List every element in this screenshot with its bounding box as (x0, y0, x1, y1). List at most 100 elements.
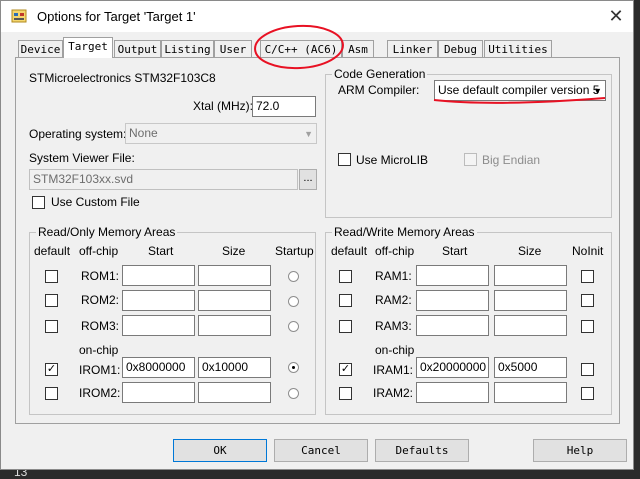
rom1-label: ROM1: (81, 269, 120, 283)
chevron-down-icon: ▼ (593, 86, 602, 96)
rom3-startup-radio[interactable] (288, 321, 299, 332)
window-title: Options for Target 'Target 1' (37, 9, 196, 24)
irom1-label: IROM1: (79, 363, 121, 377)
rom3-default-checkbox[interactable] (45, 320, 58, 333)
iram1-noinit-checkbox[interactable] (581, 363, 594, 376)
ram3-label: RAM3: (375, 319, 412, 333)
rom2-size-input[interactable] (198, 290, 271, 311)
read-only-memory-title: Read/Only Memory Areas (36, 225, 178, 239)
irom2-start-input[interactable] (122, 382, 195, 403)
rw-header-noinit: NoInit (572, 244, 604, 258)
iram2-start-input[interactable] (416, 382, 489, 403)
help-button[interactable]: Help (533, 439, 627, 462)
big-endian-label: Big Endian (482, 153, 541, 167)
ram3-start-input[interactable] (416, 315, 489, 336)
rom1-default-checkbox[interactable] (45, 270, 58, 283)
ram3-noinit-checkbox[interactable] (581, 320, 594, 333)
ram2-default-checkbox[interactable] (339, 294, 352, 307)
ram1-default-checkbox[interactable] (339, 270, 352, 283)
ram1-start-input[interactable] (416, 265, 489, 286)
rom2-startup-radio[interactable] (288, 296, 299, 307)
ok-button[interactable]: OK (173, 439, 267, 462)
iram2-size-input[interactable] (494, 382, 567, 403)
ram1-noinit-checkbox[interactable] (581, 270, 594, 283)
tab-utilities[interactable]: Utilities (484, 40, 552, 57)
irom2-startup-radio[interactable] (288, 388, 299, 399)
ro-header-startup: Startup (275, 244, 314, 258)
irom2-default-checkbox[interactable] (45, 387, 58, 400)
use-custom-file-checkbox[interactable] (32, 196, 45, 209)
chevron-down-icon: ▼ (304, 129, 313, 139)
tab-linker[interactable]: Linker (387, 40, 438, 57)
os-label: Operating system: (29, 127, 127, 141)
iram1-size-input[interactable]: 0x5000 (494, 357, 567, 378)
rw-header-start: Start (442, 244, 468, 258)
rom2-start-input[interactable] (122, 290, 195, 311)
ram3-size-input[interactable] (494, 315, 567, 336)
irom1-startup-radio[interactable] (288, 362, 299, 373)
ram2-noinit-checkbox[interactable] (581, 294, 594, 307)
iram2-default-checkbox[interactable] (339, 387, 352, 400)
code-generation-title: Code Generation (332, 67, 428, 81)
defaults-button[interactable]: Defaults (375, 439, 469, 462)
arm-compiler-label: ARM Compiler: (338, 83, 420, 97)
app-icon (11, 8, 27, 24)
tab-asm[interactable]: Asm (342, 40, 374, 57)
ro-onchip-label: on-chip (79, 343, 119, 357)
microlib-label: Use MicroLIB (356, 153, 429, 167)
tab-debug[interactable]: Debug (438, 40, 483, 57)
close-icon[interactable]: ✕ (605, 5, 627, 27)
irom2-size-input[interactable] (198, 382, 271, 403)
xtal-label: Xtal (MHz): (193, 99, 253, 113)
tab-device[interactable]: Device (18, 40, 63, 57)
rom1-size-input[interactable] (198, 265, 271, 286)
svd-label: System Viewer File: (29, 151, 135, 165)
rw-onchip-label: on-chip (375, 343, 415, 357)
rw-header-size: Size (518, 244, 542, 258)
ram2-size-input[interactable] (494, 290, 567, 311)
tab-output[interactable]: Output (114, 40, 161, 57)
rom3-size-input[interactable] (198, 315, 271, 336)
rw-header-offchip: off-chip (375, 244, 415, 258)
tab-target[interactable]: Target (63, 37, 113, 58)
iram1-label: IRAM1: (373, 363, 414, 377)
irom1-size-input[interactable]: 0x10000 (198, 357, 271, 378)
ram2-start-input[interactable] (416, 290, 489, 311)
rom3-start-input[interactable] (122, 315, 195, 336)
irom1-start-input[interactable]: 0x8000000 (122, 357, 195, 378)
rom2-default-checkbox[interactable] (45, 294, 58, 307)
svd-file-input[interactable]: STM32F103xx.svd (29, 169, 298, 190)
arm-compiler-value: Use default compiler version 5 (438, 83, 600, 97)
arm-compiler-select[interactable]: Use default compiler version 5 ▼ (434, 80, 606, 101)
device-name: STMicroelectronics STM32F103C8 (29, 71, 216, 85)
rom1-startup-radio[interactable] (288, 271, 299, 282)
title-bar: Options for Target 'Target 1' ✕ (1, 1, 633, 32)
ro-header-offchip: off-chip (79, 244, 119, 258)
ro-header-default: default (34, 244, 71, 258)
iram2-label: IRAM2: (373, 386, 414, 400)
iram2-noinit-checkbox[interactable] (581, 387, 594, 400)
ram3-default-checkbox[interactable] (339, 320, 352, 333)
tab-user[interactable]: User (214, 40, 252, 57)
tab-listing[interactable]: Listing (161, 40, 214, 57)
microlib-checkbox[interactable] (338, 153, 351, 166)
ro-header-size: Size (222, 244, 246, 258)
rom1-start-input[interactable] (122, 265, 195, 286)
ram2-label: RAM2: (375, 293, 412, 307)
read-write-memory-title: Read/Write Memory Areas (332, 225, 477, 239)
tab-c-cpp[interactable]: C/C++ (AC6) (260, 40, 342, 57)
ro-header-start: Start (148, 244, 174, 258)
big-endian-checkbox[interactable] (464, 153, 477, 166)
cancel-button[interactable]: Cancel (274, 439, 368, 462)
os-select[interactable]: None ▼ (125, 123, 317, 144)
irom2-label: IROM2: (79, 386, 121, 400)
iram1-start-input[interactable]: 0x20000000 (416, 357, 489, 378)
ram1-size-input[interactable] (494, 265, 567, 286)
irom1-default-checkbox[interactable]: ✓ (45, 363, 58, 376)
rom3-label: ROM3: (81, 319, 120, 333)
ram1-label: RAM1: (375, 269, 412, 283)
xtal-input[interactable]: 72.0 (252, 96, 316, 117)
rom2-label: ROM2: (81, 293, 120, 307)
iram1-default-checkbox[interactable]: ✓ (339, 363, 352, 376)
svd-browse-button[interactable]: ... (299, 169, 317, 190)
